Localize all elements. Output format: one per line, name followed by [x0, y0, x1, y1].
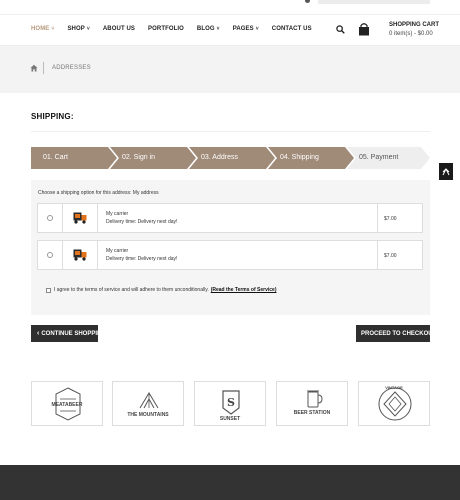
chevron-down-icon: ˅	[51, 26, 55, 32]
cart-title[interactable]: SHOPPING CART	[389, 22, 439, 28]
brand-logo[interactable]: THE MOUNTAINS	[112, 381, 184, 426]
step-sign-in[interactable]: 02. Sign in	[110, 147, 196, 169]
option-radio[interactable]	[47, 252, 53, 258]
checkout-steps: 01. Cart 02. Sign in 03. Address 04. Shi…	[31, 147, 430, 169]
scroll-up-icon	[442, 168, 450, 176]
terms-checkbox[interactable]	[46, 287, 51, 293]
delivery-time: Delivery time: Delivery next day!	[106, 256, 178, 262]
breadcrumb-separator	[43, 62, 44, 74]
option-price: $7.00	[384, 216, 397, 222]
step-payment[interactable]: 05. Payment	[347, 147, 430, 169]
option-info: My carrier Delivery time: Delivery next …	[98, 241, 378, 269]
carrier-name: My carrier	[106, 248, 129, 254]
mountains-logo	[139, 392, 159, 409]
nav-item-home[interactable]: HOME ˅	[31, 26, 54, 32]
brand-logo[interactable]: S SUNSET	[194, 381, 266, 426]
terms-row: I agree to the terms of service and will…	[46, 287, 276, 293]
chevron-down-icon: ˅	[255, 26, 259, 32]
nav-item-label: HOME	[31, 26, 50, 32]
nav-item-blog[interactable]: BLOG ˅	[197, 26, 220, 32]
carrier-logo-cell	[63, 204, 98, 232]
delivery-options-label: Choose a shipping option for this addres…	[38, 190, 159, 196]
brand-logo[interactable]: MEATABEER	[31, 381, 103, 426]
nav-item-label: SHOP	[67, 26, 85, 32]
page-title: SHIPPING:	[31, 112, 74, 121]
beer-station-logo	[307, 390, 323, 408]
carrier-logo-cell	[63, 241, 98, 269]
step-address[interactable]: 03. Address	[189, 147, 275, 169]
site-footer	[0, 465, 460, 500]
step-sign-in-label: 02. Sign in	[122, 154, 156, 161]
brand-name: BEER STATION	[293, 410, 331, 416]
nav-item-contact-us[interactable]: CONTACT US	[272, 26, 312, 32]
step-cart[interactable]: 01. Cart	[31, 147, 117, 169]
search-icon[interactable]	[336, 25, 345, 34]
brand-logo[interactable]: BEER STATION	[276, 381, 348, 426]
delivery-option[interactable]: My carrier Delivery time: Delivery next …	[37, 203, 423, 233]
delivery-time: Delivery time: Delivery next day!	[106, 219, 178, 225]
truck-icon	[73, 249, 87, 261]
continue-shopping-button[interactable]: ‹ CONTINUE SHOPPING	[31, 325, 106, 342]
option-info: My carrier Delivery time: Delivery next …	[98, 204, 378, 232]
nav-item-shop[interactable]: SHOP ˅	[67, 26, 89, 32]
breadcrumb-current: ADDRESSES	[52, 65, 91, 71]
step-payment-label: 05. Payment	[359, 154, 399, 161]
chevron-left-icon: ‹	[37, 330, 40, 337]
nav-item-label: CONTACT US	[271, 26, 312, 32]
breadcrumb: ADDRESSES	[0, 46, 460, 93]
brand-name: SUNSET	[219, 416, 241, 422]
continue-shopping-label: CONTINUE SHOPPING	[41, 330, 107, 337]
nav-item-label: PAGES	[232, 26, 254, 32]
checkout-label: PROCEED TO CHECKOUT	[361, 330, 437, 337]
brand-name: VINTAGE	[385, 385, 403, 390]
svg-text:S: S	[227, 396, 235, 409]
nav-item-pages[interactable]: PAGES ˅	[233, 26, 259, 32]
chevron-down-icon: ˅	[86, 26, 90, 32]
carrier-name: My carrier	[106, 211, 129, 217]
step-shipping-label: 04. Shipping	[280, 154, 319, 161]
delivery-options-panel: Choose a shipping option for this addres…	[31, 180, 430, 315]
option-radio[interactable]	[47, 215, 53, 221]
brand-name: THE MOUNTAINS	[127, 412, 169, 418]
terms-link[interactable]: (Read the Terms of Service)	[211, 287, 277, 293]
option-price: $7.00	[384, 253, 397, 259]
scroll-up-button[interactable]	[439, 163, 453, 180]
cart-summary[interactable]: 0 item(s) - $0.00	[389, 31, 433, 37]
option-radio-cell	[38, 204, 63, 232]
top-icon	[305, 0, 310, 3]
top-bar	[318, 0, 430, 4]
truck-icon	[73, 212, 87, 224]
option-radio-cell	[38, 241, 63, 269]
chevron-down-icon: ˅	[216, 26, 220, 32]
nav-item-label: PORTFOLIO	[148, 26, 184, 32]
nav-item-portfolio[interactable]: PORTFOLIO	[148, 26, 184, 32]
top-strip	[0, 0, 460, 4]
site-header: HOME ˅ SHOP ˅ ABOUT US PORTFOLIO BLOG ˅ PAGES ˅ CO…	[0, 14, 460, 46]
step-cart-label: 01. Cart	[43, 154, 68, 161]
chevron-right-icon: ›	[438, 330, 441, 337]
home-icon[interactable]	[30, 64, 38, 72]
main-nav: HOME ˅ SHOP ˅ ABOUT US PORTFOLIO BLOG ˅ PAGES ˅ CO…	[31, 26, 325, 32]
terms-text: I agree to the terms of service and will…	[54, 287, 209, 293]
step-shipping[interactable]: 04. Shipping	[268, 147, 354, 169]
nav-item-label: ABOUT US	[102, 26, 136, 32]
cart-icon[interactable]	[358, 22, 370, 36]
brand-logo[interactable]: VINTAGE	[358, 381, 430, 426]
title-divider	[31, 131, 430, 132]
nav-item-about-us[interactable]: ABOUT US	[103, 26, 135, 32]
brand-name: MEATABEER	[51, 402, 83, 408]
delivery-option[interactable]: My carrier Delivery time: Delivery next …	[37, 240, 423, 270]
step-address-label: 03. Address	[201, 154, 238, 161]
nav-item-label: BLOG	[196, 26, 215, 32]
proceed-to-checkout-button[interactable]: PROCEED TO CHECKOUT ›	[356, 325, 441, 342]
